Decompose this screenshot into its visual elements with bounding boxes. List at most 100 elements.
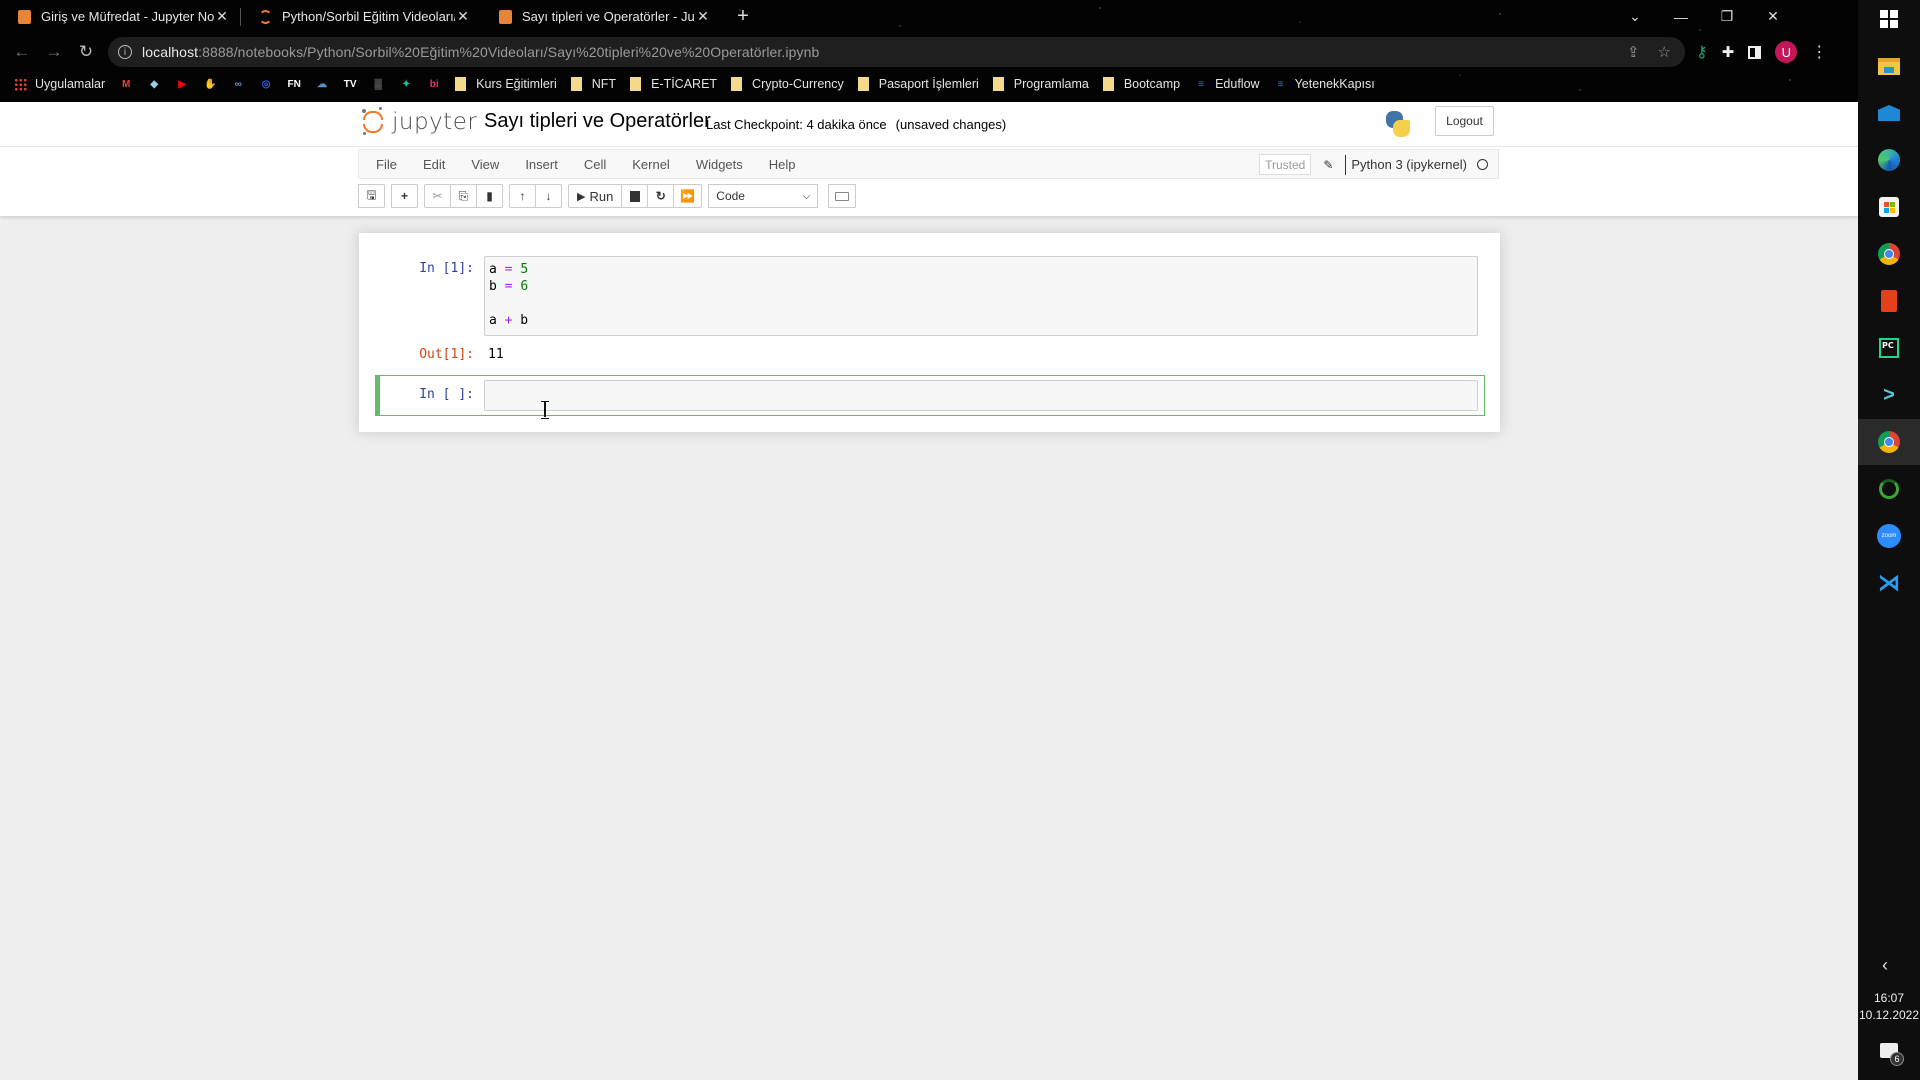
bookmark-item[interactable]: ≡ YetenekKapısı [1274, 77, 1375, 91]
cell-type-select[interactable]: Code ⌵ [708, 184, 819, 208]
url-text[interactable]: localhost:8888/notebooks/Python/Sorbil%2… [142, 44, 819, 60]
navigation-row: ← → ↻ i localhost:8888/notebooks/Python/… [0, 35, 1858, 69]
bookmark-item[interactable]: Pasaport İşlemleri [857, 77, 979, 91]
menu-widgets[interactable]: Widgets [683, 157, 756, 172]
arrow-down-icon: ↓ [545, 189, 552, 203]
trusted-badge[interactable]: Trusted [1259, 154, 1312, 175]
tab-close-icon[interactable]: ✕ [214, 8, 230, 25]
bookmark-star-icon[interactable]: ☆ [1658, 43, 1671, 61]
taskbar-store[interactable] [1873, 191, 1905, 223]
code-editor[interactable]: a = 5b = 6 a + b [484, 256, 1478, 336]
menu-cell[interactable]: Cell [571, 157, 619, 172]
back-button[interactable]: ← [6, 42, 38, 62]
jupyter-logo[interactable]: jupyter [362, 107, 477, 135]
code-editor[interactable] [484, 380, 1478, 411]
menu-view[interactable]: View [458, 157, 512, 172]
insert-cell-below-button[interactable]: + [391, 184, 418, 208]
tab-sayi-tipleri[interactable]: Sayı tipleri ve Operatörler - Jupyt ✕ [481, 0, 721, 33]
bookmark-item[interactable]: ◆ [147, 77, 161, 91]
interrupt-kernel-button[interactable] [621, 184, 649, 208]
pycharm-icon: PC [1879, 338, 1899, 358]
tab-giris-mufredat[interactable]: Giriş ve Müfredat - Jupyter Notel ✕ [0, 0, 240, 33]
restart-kernel-button[interactable]: ↻ [647, 184, 675, 208]
taskbar-edge[interactable] [1873, 144, 1905, 176]
copy-cells-button[interactable]: ⎘ [450, 184, 477, 208]
save-button[interactable]: 🖫 [358, 184, 385, 208]
show-hidden-icons-chevron-icon[interactable]: ‹ [1882, 955, 1888, 976]
bookmark-item[interactable]: FN [287, 77, 301, 91]
notebook-title[interactable]: Sayı tipleri ve Operatörler [484, 110, 711, 133]
bookmark-item[interactable]: TV [343, 77, 357, 91]
bookmark-item[interactable]: ✦ [399, 77, 413, 91]
code-cell-selected[interactable]: In [ ]: [375, 375, 1485, 419]
bookmark-item[interactable]: ▶ [175, 77, 189, 91]
new-tab-button[interactable]: + [731, 5, 755, 28]
code-cell[interactable]: In [1]: a = 5b = 6 a + b Out[1]: 11 [374, 254, 1485, 372]
folder-icon [630, 77, 642, 91]
minimize-button[interactable]: — [1658, 9, 1704, 25]
tab-python-sorbil[interactable]: Python/Sorbil Eğitim Videoları/ ✕ [241, 0, 481, 33]
bookmark-item[interactable]: ∞ [231, 77, 245, 91]
tab-search-dropdown-icon[interactable]: ⌄ [1612, 8, 1658, 25]
bookmark-item[interactable]: Uygulamalar [14, 77, 105, 91]
bookmark-item[interactable]: bi [427, 77, 441, 91]
reload-button[interactable]: ↻ [70, 42, 102, 62]
taskbar-vscode[interactable]: ⋊ [1873, 567, 1905, 599]
taskbar-file-explorer[interactable] [1873, 50, 1905, 82]
restart-run-all-button[interactable]: ⏩ [673, 184, 703, 208]
taskbar-office[interactable] [1873, 285, 1905, 317]
menu-insert[interactable]: Insert [512, 157, 571, 172]
restore-button[interactable]: ❐ [1704, 8, 1750, 25]
extensions-puzzle-icon[interactable]: ✚ [1722, 43, 1735, 61]
bookmark-item[interactable]: ◎ [259, 77, 273, 91]
taskbar-zoom[interactable]: zoom [1873, 520, 1905, 552]
bookmark-item[interactable]: E-TİCARET [630, 77, 717, 91]
start-button[interactable] [1873, 3, 1905, 35]
forward-button[interactable]: → [38, 42, 70, 62]
jupyter-loading-icon [259, 9, 272, 24]
bookmark-item[interactable]: Kurs Eğitimleri [455, 77, 557, 91]
menu-edit[interactable]: Edit [410, 157, 458, 172]
menu-help[interactable]: Help [756, 157, 809, 172]
tab-title: Sayı tipleri ve Operatörler - Jupyt [522, 9, 695, 24]
bookmark-item[interactable]: M [119, 77, 133, 91]
taskbar-pycharm[interactable]: PC [1873, 332, 1905, 364]
cut-cells-button[interactable]: ✂ [424, 184, 451, 208]
bookmark-item[interactable]: Crypto-Currency [731, 77, 844, 91]
bookmark-hand-icon: ✋ [203, 78, 217, 90]
site-info-icon[interactable]: i [118, 45, 132, 59]
logout-button[interactable]: Logout [1435, 106, 1494, 136]
bookmark-item[interactable]: Bootcamp [1102, 77, 1180, 91]
paste-cells-button[interactable]: ▮ [476, 184, 503, 208]
bookmark-item[interactable]: ☁ [315, 77, 329, 91]
browser-menu-icon[interactable]: ⋮ [1811, 42, 1827, 62]
tab-close-icon[interactable]: ✕ [695, 8, 711, 25]
password-key-icon[interactable]: ⚷ [1696, 42, 1708, 62]
taskbar-green-app[interactable] [1873, 473, 1905, 505]
taskbar-chrome[interactable] [1873, 238, 1905, 270]
move-cell-down-button[interactable]: ↓ [535, 184, 562, 208]
mail-icon [1878, 105, 1900, 121]
taskbar-mail[interactable] [1873, 97, 1905, 129]
profile-avatar[interactable]: U [1775, 41, 1798, 63]
bookmark-item[interactable]: NFT [570, 77, 616, 91]
side-panel-icon[interactable] [1748, 45, 1762, 59]
bookmark-item[interactable]: ▓ [371, 77, 385, 91]
run-button[interactable]: ▶ Run [568, 184, 623, 208]
bookmark-item[interactable]: ≡ Eduflow [1194, 77, 1259, 91]
taskbar-chrome-active[interactable] [1858, 419, 1920, 465]
address-bar[interactable]: i localhost:8888/notebooks/Python/Sorbil… [108, 37, 1685, 67]
bookmark-item[interactable]: Programlama [992, 77, 1089, 91]
tab-close-icon[interactable]: ✕ [455, 8, 471, 25]
taskbar-power-automate[interactable]: > [1873, 379, 1905, 411]
system-clock[interactable]: 16:07 10.12.2022 [1858, 990, 1920, 1024]
window-controls: ⌄ — ❐ ✕ [1612, 0, 1796, 33]
move-cell-up-button[interactable]: ↑ [509, 184, 536, 208]
play-icon: ▶ [577, 190, 586, 203]
bookmark-item[interactable]: ✋ [203, 77, 217, 91]
share-icon[interactable]: ⇪ [1627, 43, 1640, 61]
menu-file[interactable]: File [359, 157, 410, 172]
close-window-button[interactable]: ✕ [1750, 8, 1796, 25]
command-palette-button[interactable] [828, 184, 857, 208]
menu-kernel[interactable]: Kernel [619, 157, 683, 172]
